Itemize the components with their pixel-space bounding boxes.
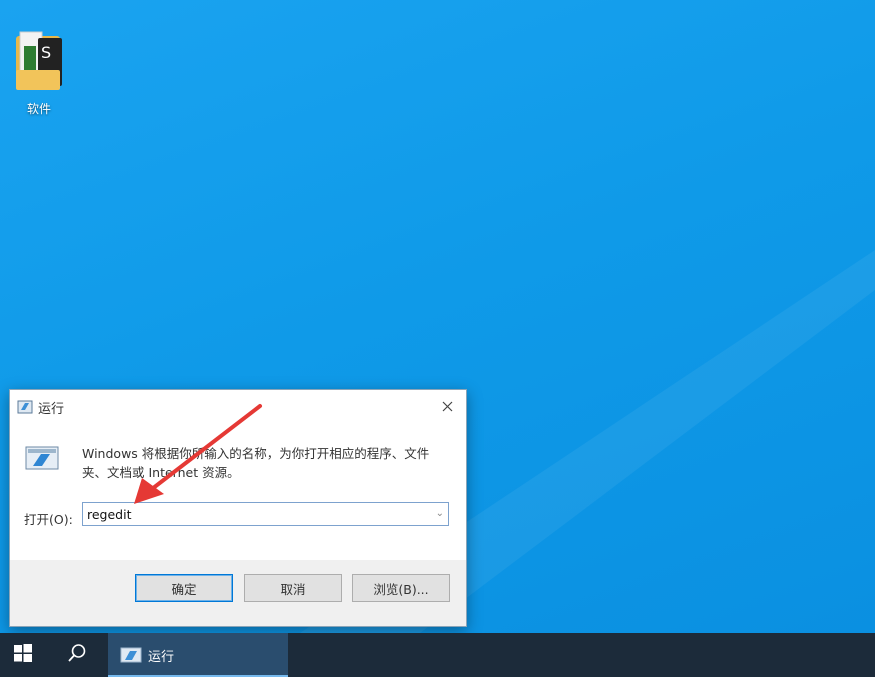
- dialog-titlebar[interactable]: 运行: [10, 390, 466, 422]
- dialog-title: 运行: [38, 402, 65, 417]
- open-input-value: regedit: [87, 507, 132, 522]
- search-icon: [67, 643, 87, 667]
- browse-button[interactable]: 浏览(B)...: [352, 574, 450, 602]
- dialog-body: Windows 将根据你所输入的名称，为你打开相应的程序、文件夹、文档或 Int…: [10, 422, 466, 560]
- search-button[interactable]: [54, 633, 100, 677]
- run-dialog: 运行 Windows 将根据你所输入的名称，为你打开相应的程序、文件夹、文档或 …: [9, 389, 467, 627]
- close-icon: [442, 397, 453, 416]
- dialog-footer: 确定 取消 浏览(B)...: [10, 560, 466, 626]
- windows-logo-icon: [14, 644, 32, 666]
- ok-button[interactable]: 确定: [135, 574, 233, 602]
- taskbar-item-run[interactable]: 运行: [108, 633, 288, 677]
- chevron-down-icon[interactable]: ⌄: [436, 508, 444, 519]
- run-icon: [17, 399, 33, 418]
- run-program-icon: [24, 444, 60, 476]
- folder-icon: S: [14, 30, 64, 96]
- open-input[interactable]: regedit ⌄: [82, 502, 449, 526]
- desktop-icon-software[interactable]: S 软件: [10, 30, 68, 122]
- cancel-button[interactable]: 取消: [244, 574, 342, 602]
- taskbar-item-label: 运行: [148, 650, 175, 665]
- close-button[interactable]: [428, 390, 466, 422]
- start-button[interactable]: [0, 633, 46, 677]
- run-icon: [120, 647, 142, 667]
- desktop-icon-label: 软件: [26, 102, 51, 116]
- svg-text:S: S: [41, 43, 51, 62]
- open-label: 打开(O):: [24, 512, 73, 527]
- dialog-description: Windows 将根据你所输入的名称，为你打开相应的程序、文件夹、文档或 Int…: [82, 446, 430, 480]
- taskbar: 运行: [0, 633, 875, 677]
